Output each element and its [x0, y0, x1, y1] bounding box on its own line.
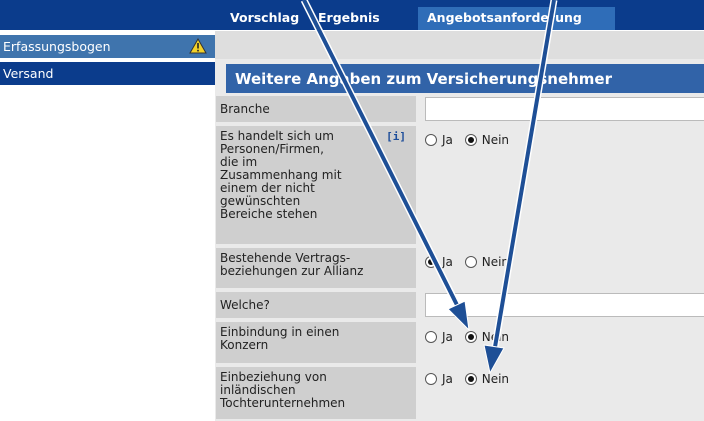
arrow-left-annotation: [300, 0, 470, 332]
annotation-arrows: [300, 0, 558, 375]
arrow-right-annotation: [483, 0, 558, 375]
